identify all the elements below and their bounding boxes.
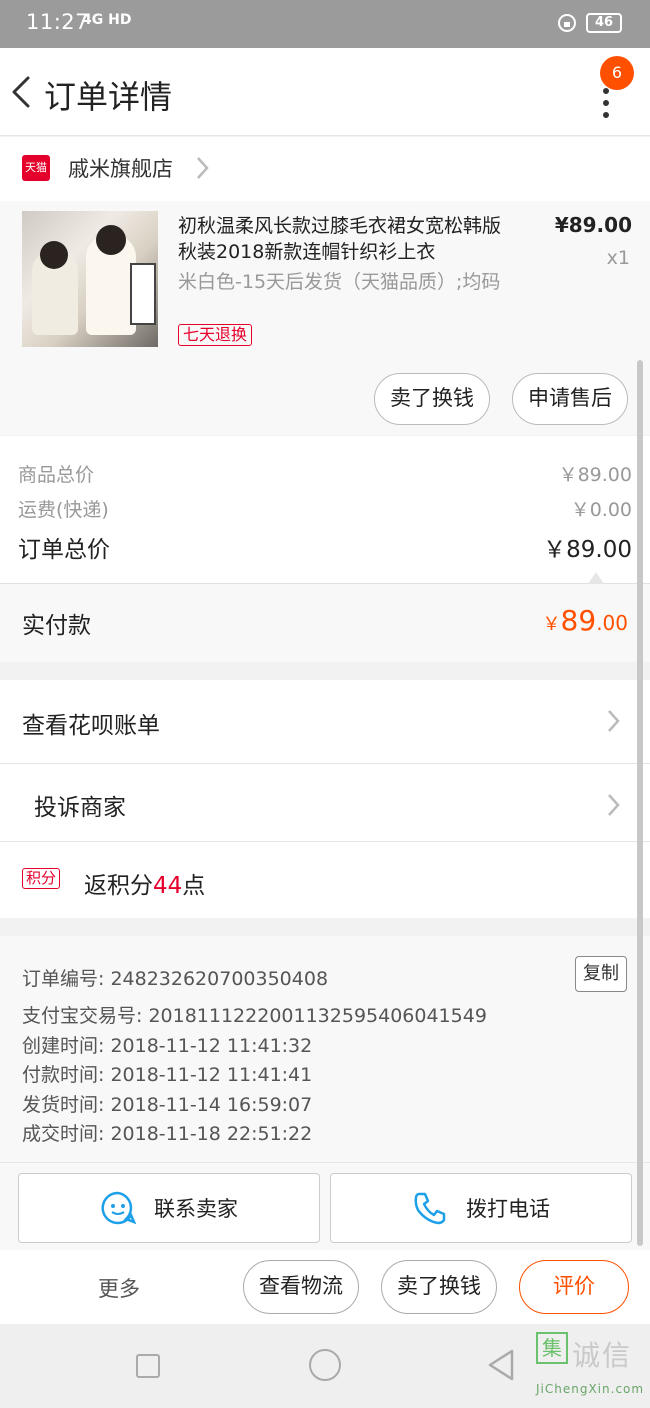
paid-currency: ￥ <box>542 614 561 635</box>
tmall-logo: 天猫 <box>22 155 50 181</box>
order-number: 订单编号: 248232620700350408 <box>22 968 329 990</box>
points-suffix: 点 <box>182 873 206 899</box>
paid-decimal: .00 <box>596 611 628 635</box>
watermark-chars: 诚信 <box>572 1339 633 1372</box>
goods-total-value: ￥89.00 <box>558 464 632 486</box>
product-price: ¥89.00 <box>554 213 632 237</box>
lock-icon <box>558 14 576 32</box>
order-total-value: ￥89.00 <box>543 537 632 563</box>
paid-time: 付款时间: 2018-11-12 11:41:41 <box>22 1064 313 1086</box>
points-text: 返积分44点 <box>84 866 205 900</box>
contact-seller-button[interactable]: 联系卖家 <box>18 1173 320 1243</box>
product-sku: 米白色-15天后发货（天猫品质）;均码 <box>178 271 501 293</box>
complain-label: 投诉商家 <box>34 795 126 821</box>
shop-row[interactable]: 天猫 戚米旗舰店 <box>0 137 650 201</box>
goods-total-row: 商品总价 ￥89.00 <box>18 460 632 487</box>
more-link[interactable]: 更多 <box>98 1273 140 1303</box>
points-row: 积分 返积分44点 <box>0 842 650 918</box>
order-total-row: 订单总价 ￥89.00 <box>18 530 632 564</box>
scrollbar[interactable] <box>637 360 643 1246</box>
system-nav-bar: 集 诚信 JiChengXin.com <box>0 1324 650 1408</box>
shipping-value: ￥0.00 <box>570 499 632 521</box>
call-phone-button[interactable]: 拨打电话 <box>330 1173 632 1243</box>
phone-icon <box>414 1192 446 1225</box>
huabei-label: 查看花呗账单 <box>22 713 160 739</box>
status-time: 11:27 <box>26 10 90 34</box>
home-icon[interactable] <box>309 1349 341 1381</box>
paid-label: 实付款 <box>22 613 91 639</box>
points-value: 44 <box>153 873 183 899</box>
contact-panel: 联系卖家 拨打电话 <box>0 1162 650 1250</box>
product-quantity: x1 <box>606 247 630 269</box>
sell-exchange-bottom-button[interactable]: 卖了换钱 <box>381 1260 497 1314</box>
points-tag: 积分 <box>22 868 61 889</box>
chat-face-icon <box>101 1191 136 1225</box>
page-title: 订单详情 <box>44 78 173 116</box>
watermark: 集 诚信 JiChengXin.com <box>534 1332 650 1408</box>
paid-integer: 89 <box>560 604 597 637</box>
more-menu-icon[interactable] <box>600 88 612 128</box>
return-tag: 七天退换 <box>178 324 253 346</box>
complain-seller[interactable]: 投诉商家 <box>0 764 650 842</box>
nav-bar: 订单详情 6 <box>0 48 650 136</box>
status-bar: 11:27 4G HD 46 <box>0 0 650 48</box>
back-arrow-icon[interactable] <box>8 74 38 110</box>
recent-apps-icon[interactable] <box>136 1354 160 1378</box>
order-info: 订单编号: 248232620700350408 复制 支付宝交易号: 2018… <box>0 936 650 1162</box>
copy-button[interactable]: 复制 <box>575 956 627 992</box>
after-sale-button[interactable]: 申请售后 <box>512 373 628 425</box>
action-menu: 查看花呗账单 投诉商家 积分 返积分44点 <box>0 680 650 918</box>
product-card[interactable]: 初秋温柔风长款过膝毛衣裙女宽松韩版秋装2018新款连帽针织衫上衣 米白色-15天… <box>0 201 650 435</box>
watermark-box: 集 <box>536 1332 568 1364</box>
shipping-row: 运费(快递) ￥0.00 <box>18 495 632 522</box>
created-time: 创建时间: 2018-11-12 11:41:32 <box>22 1035 313 1057</box>
bottom-action-bar: 更多 查看物流 卖了换钱 评价 <box>0 1250 650 1324</box>
view-logistics-button[interactable]: 查看物流 <box>243 1260 359 1314</box>
points-prefix: 返积分 <box>84 873 153 899</box>
product-image[interactable] <box>22 211 158 347</box>
notification-badge: 6 <box>600 56 634 90</box>
chevron-right-icon <box>608 794 620 816</box>
watermark-url: JiChengXin.com <box>536 1382 645 1396</box>
battery-indicator: 46 <box>586 13 622 33</box>
call-phone-label: 拨打电话 <box>466 1197 550 1221</box>
network-indicator: 4G HD <box>82 12 132 28</box>
shipping-label: 运费(快递) <box>18 499 109 521</box>
completed-time: 成交时间: 2018-11-18 22:51:22 <box>22 1123 313 1145</box>
system-back-icon[interactable] <box>486 1348 516 1382</box>
contact-seller-label: 联系卖家 <box>154 1197 238 1221</box>
sell-exchange-button[interactable]: 卖了换钱 <box>374 373 490 425</box>
chevron-right-icon <box>608 710 620 732</box>
paid-amount: ￥89.00 <box>543 604 628 637</box>
pointer-triangle <box>588 572 604 584</box>
view-huabei-bill[interactable]: 查看花呗账单 <box>0 680 650 764</box>
shop-name: 戚米旗舰店 <box>68 157 173 181</box>
review-button[interactable]: 评价 <box>519 1260 629 1314</box>
product-title: 初秋温柔风长款过膝毛衣裙女宽松韩版秋装2018新款连帽针织衫上衣 <box>178 215 502 263</box>
status-icons: 46 <box>558 13 622 33</box>
chevron-right-icon <box>197 157 209 179</box>
goods-total-label: 商品总价 <box>18 464 95 486</box>
shipped-time: 发货时间: 2018-11-14 16:59:07 <box>22 1094 313 1116</box>
paid-amount-panel: 实付款 ￥89.00 <box>0 584 650 662</box>
price-summary: 商品总价 ￥89.00 运费(快递) ￥0.00 订单总价 ￥89.00 <box>0 436 650 584</box>
alipay-trade-number: 支付宝交易号: 2018111222001132595406041549 <box>22 1005 487 1027</box>
order-total-label: 订单总价 <box>18 537 110 563</box>
